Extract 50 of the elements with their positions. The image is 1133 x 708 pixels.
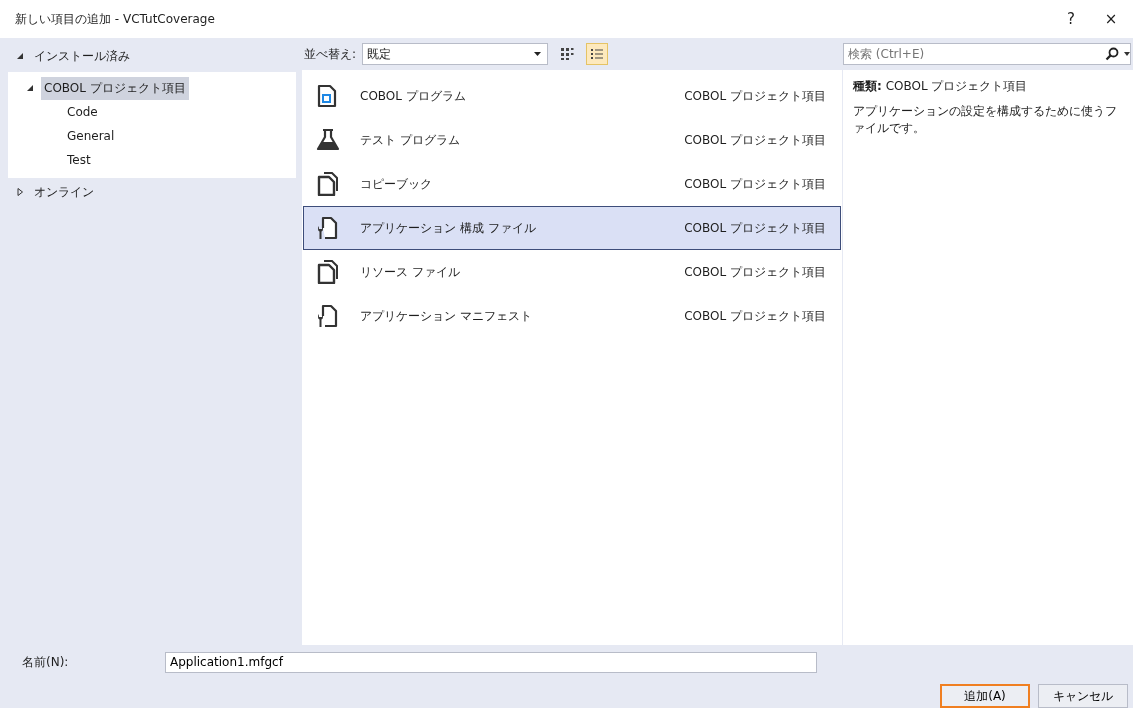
tree-item[interactable]: オンライン <box>31 180 97 204</box>
template-type: COBOL プロジェクト項目 <box>684 263 826 281</box>
close-button[interactable]: × <box>1093 10 1129 28</box>
flask-icon <box>316 128 340 152</box>
template-name: テスト プログラム <box>360 131 461 149</box>
template-name: リソース ファイル <box>360 263 461 281</box>
caret-icon <box>534 52 542 56</box>
item-description: アプリケーションの設定を構成するために使うファイルです。 <box>853 103 1118 137</box>
tree-item[interactable]: Test <box>64 150 94 170</box>
list-icon <box>590 47 605 61</box>
tree-item[interactable]: Code <box>64 102 101 122</box>
cancel-button[interactable]: キャンセル <box>1038 684 1128 708</box>
template-type: COBOL プロジェクト項目 <box>684 87 826 105</box>
template-row[interactable]: リソース ファイル COBOL プロジェクト項目 <box>303 250 841 294</box>
documents-icon <box>316 172 340 196</box>
template-row[interactable]: アプリケーション 構成 ファイル COBOL プロジェクト項目 <box>303 206 841 250</box>
template-type: COBOL プロジェクト項目 <box>684 175 826 193</box>
template-name: アプリケーション 構成 ファイル <box>360 219 537 237</box>
template-row[interactable]: アプリケーション マニフェスト COBOL プロジェクト項目 <box>303 294 841 338</box>
item-type: 種類: COBOL プロジェクト項目 <box>853 78 1029 95</box>
template-type: COBOL プロジェクト項目 <box>684 307 826 325</box>
template-row[interactable]: コピーブック COBOL プロジェクト項目 <box>303 162 841 206</box>
tree-item[interactable]: COBOL プロジェクト項目 <box>41 76 189 100</box>
collapsed-icon[interactable] <box>16 188 24 196</box>
wrench-document-icon <box>316 216 340 240</box>
tree-item[interactable]: General <box>64 126 118 146</box>
search-icon <box>1105 47 1119 61</box>
template-row[interactable]: テスト プログラム COBOL プロジェクト項目 <box>303 118 841 162</box>
caret-icon[interactable] <box>1124 52 1130 56</box>
grid-icon <box>560 47 575 61</box>
search-field[interactable]: 検索 (Ctrl+E) <box>843 43 1131 65</box>
template-name: COBOL プログラム <box>360 87 467 105</box>
template-row[interactable]: COBOL プログラム COBOL プロジェクト項目 <box>303 74 841 118</box>
name-label: 名前(N): <box>22 653 70 671</box>
tree-item[interactable]: インストール済み <box>31 44 133 68</box>
add-button[interactable]: 追加(A) <box>940 684 1030 708</box>
sort-label: 並べ替え: <box>304 45 357 63</box>
sort-dropdown[interactable]: 既定 <box>362 43 549 65</box>
template-name: コピーブック <box>360 175 433 193</box>
documents-icon <box>316 260 340 284</box>
expanded-icon[interactable] <box>26 84 34 92</box>
template-type: COBOL プロジェクト項目 <box>684 131 826 149</box>
template-name: アプリケーション マニフェスト <box>360 307 533 325</box>
help-button[interactable]: ? <box>1053 10 1089 28</box>
expanded-icon[interactable] <box>16 52 24 60</box>
window-title: 新しい項目の追加 - VCTutCoverage <box>15 10 216 28</box>
wrench-document-icon <box>316 304 340 328</box>
template-type: COBOL プロジェクト項目 <box>684 219 826 237</box>
name-field[interactable]: Application1.mfgcf <box>165 651 817 673</box>
list-view-button[interactable] <box>586 43 609 65</box>
